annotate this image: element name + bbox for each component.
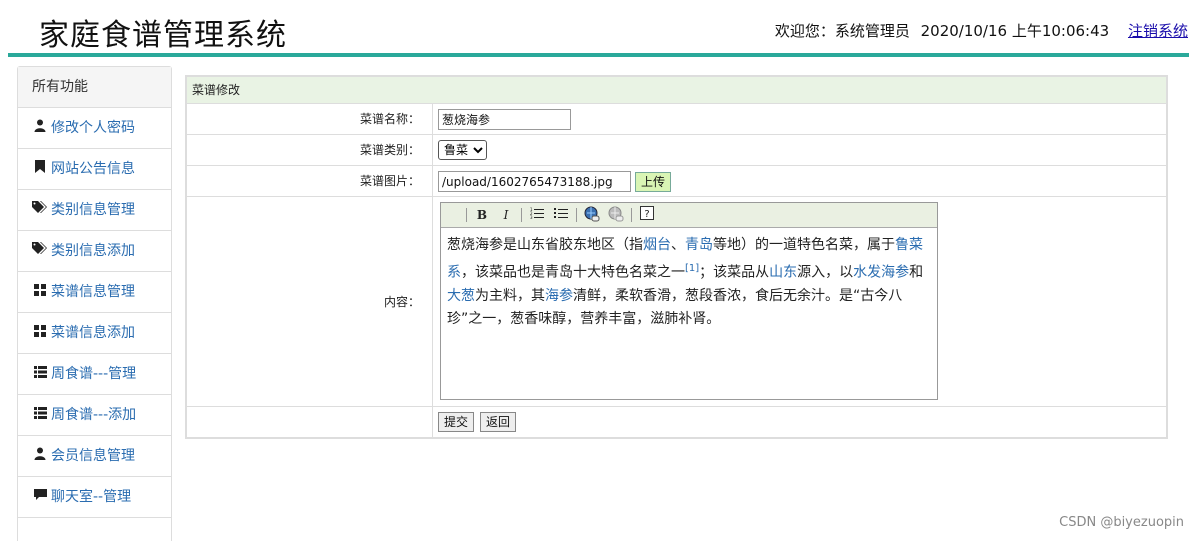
content-text: 、 bbox=[671, 237, 685, 253]
content-row: 内容： B I 123 ? 葱烧海参是山东省胶东地区（指烟台、青岛等地）的一道特… bbox=[187, 197, 1166, 407]
category-select[interactable]: 鲁菜 bbox=[438, 140, 487, 160]
content-link[interactable]: 水发海参 bbox=[853, 265, 909, 281]
toolbar-separator bbox=[631, 208, 632, 222]
recipe-name-input[interactable] bbox=[438, 109, 571, 130]
content-text: 源入，以 bbox=[797, 264, 854, 281]
form-title: 菜谱修改 bbox=[187, 77, 1166, 104]
name-cell bbox=[434, 104, 1166, 134]
app-title: 家庭食谱管理系统 bbox=[39, 18, 287, 53]
content-text: ；该菜品从 bbox=[699, 264, 770, 281]
comment-icon bbox=[32, 478, 48, 518]
sidebar-item-announcements[interactable]: 网站公告信息 bbox=[18, 149, 171, 190]
sidebar-item-label: 类别信息添加 bbox=[51, 243, 135, 259]
sidebar-item-weekly-add[interactable]: 周食谱---添加 bbox=[18, 395, 171, 436]
sidebar: 所有功能 修改个人密码 网站公告信息 类别信息管理 类别信息添加 菜谱信息管理 … bbox=[17, 66, 172, 541]
unlink-icon[interactable] bbox=[606, 206, 626, 224]
category-cell: 鲁菜 bbox=[434, 135, 1166, 165]
content-text: 和 bbox=[909, 264, 924, 281]
unordered-list-icon[interactable] bbox=[551, 206, 571, 224]
user-icon bbox=[32, 437, 48, 477]
content-link[interactable]: 青岛 bbox=[685, 237, 713, 253]
editor-content[interactable]: 葱烧海参是山东省胶东地区（指烟台、青岛等地）的一道特色名菜，属于鲁菜系，该菜品也… bbox=[441, 228, 937, 331]
name-row: 菜谱名称： bbox=[187, 104, 1166, 135]
help-icon[interactable]: ? bbox=[637, 206, 657, 224]
list-icon bbox=[32, 355, 48, 395]
datetime-text: 2020/10/16 上午10:06:43 bbox=[920, 22, 1110, 40]
sidebar-item-change-password[interactable]: 修改个人密码 bbox=[18, 108, 171, 149]
link-icon[interactable] bbox=[582, 206, 602, 224]
ordered-list-icon[interactable]: 123 bbox=[527, 206, 547, 224]
reference-link[interactable]: [1] bbox=[685, 263, 699, 274]
welcome-text: 欢迎您：系统管理员 bbox=[774, 22, 910, 40]
content-text: 等地）的一道特色名菜，属于 bbox=[713, 237, 895, 253]
sidebar-item-weekly-manage[interactable]: 周食谱---管理 bbox=[18, 354, 171, 395]
header: 家庭食谱管理系统 欢迎您：系统管理员 2020/10/16 上午10:06:43… bbox=[0, 0, 1198, 58]
content-text: ，该菜品也是青岛十大特色名菜之一 bbox=[461, 264, 685, 281]
image-label: 菜谱图片： bbox=[187, 166, 433, 196]
sidebar-item-recipe-add[interactable]: 菜谱信息添加 bbox=[18, 313, 171, 354]
welcome-area: 欢迎您：系统管理员 2020/10/16 上午10:06:43 注销系统 bbox=[775, 20, 1188, 41]
content-link[interactable]: 海参 bbox=[545, 288, 573, 304]
sidebar-item-label: 修改个人密码 bbox=[51, 120, 135, 136]
content-link[interactable]: 烟台 bbox=[643, 237, 671, 253]
toolbar-separator bbox=[576, 208, 577, 222]
sidebar-item-chatroom-manage[interactable]: 聊天室--管理 bbox=[18, 477, 171, 518]
editor-toolbar: B I 123 ? bbox=[441, 203, 937, 228]
content-text: 为主料，其 bbox=[475, 287, 545, 304]
sidebar-item-label: 类别信息管理 bbox=[51, 202, 135, 218]
category-row: 菜谱类别： 鲁菜 bbox=[187, 135, 1166, 166]
category-label: 菜谱类别： bbox=[187, 135, 433, 165]
grid-icon bbox=[32, 314, 48, 354]
back-button[interactable]: 返回 bbox=[480, 412, 517, 432]
name-label: 菜谱名称： bbox=[187, 104, 433, 134]
sidebar-item-label: 聊天室--管理 bbox=[51, 489, 132, 505]
tags-icon bbox=[32, 232, 48, 272]
sidebar-title: 所有功能 bbox=[18, 67, 171, 108]
actions-row: 提交 返回 bbox=[187, 407, 1166, 437]
sidebar-item-category-add[interactable]: 类别信息添加 bbox=[18, 231, 171, 272]
recipe-edit-form: 菜谱修改 菜谱名称： 菜谱类别： 鲁菜 菜谱图片： 上传 内容： bbox=[185, 75, 1168, 439]
image-path-input[interactable] bbox=[438, 171, 631, 192]
content-link[interactable]: 山东 bbox=[769, 265, 797, 281]
svg-text:3: 3 bbox=[530, 215, 533, 219]
toolbar-separator bbox=[521, 208, 522, 222]
bookmark-icon bbox=[32, 150, 48, 190]
italic-icon[interactable]: I bbox=[496, 206, 516, 224]
logout-link[interactable]: 注销系统 bbox=[1128, 22, 1188, 40]
grid-icon bbox=[32, 273, 48, 313]
content-link[interactable]: 大葱 bbox=[447, 288, 475, 304]
sidebar-item-label: 网站公告信息 bbox=[51, 161, 135, 177]
user-icon bbox=[32, 109, 48, 149]
actions-cell: 提交 返回 bbox=[434, 407, 1166, 437]
content-cell: B I 123 ? 葱烧海参是山东省胶东地区（指烟台、青岛等地）的一道特色名菜，… bbox=[434, 197, 1166, 406]
list-icon bbox=[32, 396, 48, 436]
content-label: 内容： bbox=[187, 197, 433, 406]
watermark: CSDN @biyezuopin bbox=[1059, 515, 1184, 530]
toolbar-separator bbox=[466, 208, 467, 222]
sidebar-item-label: 菜谱信息管理 bbox=[51, 284, 135, 300]
sidebar-item-label: 会员信息管理 bbox=[51, 448, 135, 464]
submit-button[interactable]: 提交 bbox=[438, 412, 475, 432]
header-divider bbox=[8, 53, 1189, 57]
actions-label-cell bbox=[187, 407, 433, 437]
svg-text:?: ? bbox=[644, 209, 649, 220]
tags-icon bbox=[32, 191, 48, 231]
image-cell: 上传 bbox=[434, 166, 1166, 196]
sidebar-item-member-manage[interactable]: 会员信息管理 bbox=[18, 436, 171, 477]
upload-button[interactable]: 上传 bbox=[635, 172, 672, 192]
image-row: 菜谱图片： 上传 bbox=[187, 166, 1166, 197]
sidebar-item-recipe-manage[interactable]: 菜谱信息管理 bbox=[18, 272, 171, 313]
bold-icon[interactable]: B bbox=[472, 206, 492, 224]
sidebar-item-label: 菜谱信息添加 bbox=[51, 325, 135, 341]
sidebar-item-category-manage[interactable]: 类别信息管理 bbox=[18, 190, 171, 231]
content-text: 葱烧海参是山东省胶东地区（指 bbox=[447, 237, 643, 253]
sidebar-item-label: 周食谱---添加 bbox=[51, 407, 137, 423]
sidebar-item-label: 周食谱---管理 bbox=[51, 366, 137, 382]
rich-text-editor: B I 123 ? 葱烧海参是山东省胶东地区（指烟台、青岛等地）的一道特色名菜，… bbox=[440, 202, 938, 400]
